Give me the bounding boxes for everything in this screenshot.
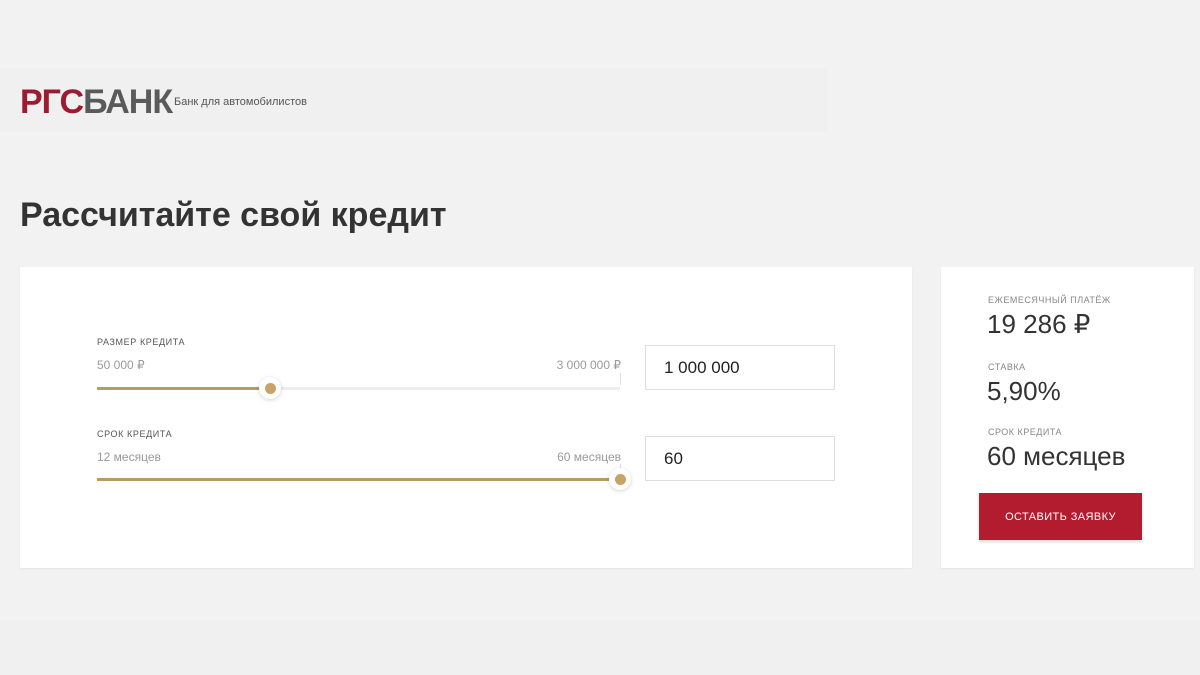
amount-slider-fill bbox=[97, 387, 270, 390]
summary-card: ЕЖЕМЕСЯЧНЫЙ ПЛАТЁЖ 19 286 ₽ СТАВКА 5,90%… bbox=[941, 267, 1194, 568]
calculator-card: РАЗМЕР КРЕДИТА 50 000 ₽ 3 000 000 ₽ СРОК… bbox=[20, 267, 912, 568]
term-summary-label: СРОК КРЕДИТА bbox=[988, 427, 1063, 437]
rate-label: СТАВКА bbox=[988, 362, 1026, 372]
amount-input[interactable] bbox=[645, 345, 835, 390]
rate-value: 5,90% bbox=[987, 376, 1061, 406]
amount-min-label: 50 000 ₽ bbox=[97, 358, 145, 372]
amount-max-label: 3 000 000 ₽ bbox=[556, 358, 621, 372]
amount-label: РАЗМЕР КРЕДИТА bbox=[97, 337, 186, 347]
monthly-payment-value: 19 286 ₽ bbox=[987, 309, 1091, 339]
tagline: Банк для автомобилистов bbox=[174, 96, 307, 108]
term-input[interactable] bbox=[645, 436, 835, 481]
term-slider-fill bbox=[97, 478, 620, 481]
submit-application-button[interactable]: ОСТАВИТЬ ЗАЯВКУ bbox=[979, 493, 1142, 540]
page: РГС БАНК Банк для автомобилистов Рассчита… bbox=[0, 0, 1200, 675]
amount-slider-handle-dot bbox=[264, 382, 276, 394]
amount-slider-track[interactable] bbox=[97, 387, 620, 390]
amount-slider-handle[interactable] bbox=[259, 377, 281, 399]
term-summary-value: 60 месяцев bbox=[987, 441, 1126, 471]
logo-part-rgs: РГС bbox=[20, 83, 84, 121]
term-slider-handle-dot bbox=[614, 473, 626, 485]
logo-part-bank: БАНК bbox=[83, 83, 173, 121]
bank-logo[interactable]: РГС БАНК bbox=[20, 83, 173, 121]
term-slider-handle[interactable] bbox=[609, 468, 631, 490]
term-slider-track[interactable] bbox=[97, 478, 620, 481]
page-title: Рассчитайте свой кредит bbox=[20, 196, 447, 234]
term-min-label: 12 месяцев bbox=[97, 450, 161, 464]
amount-slider-end-tick bbox=[620, 373, 621, 385]
term-label: СРОК КРЕДИТА bbox=[97, 429, 173, 439]
monthly-payment-label: ЕЖЕМЕСЯЧНЫЙ ПЛАТЁЖ bbox=[988, 295, 1111, 305]
term-max-label: 60 месяцев bbox=[557, 450, 621, 464]
footer-band bbox=[0, 620, 1200, 675]
